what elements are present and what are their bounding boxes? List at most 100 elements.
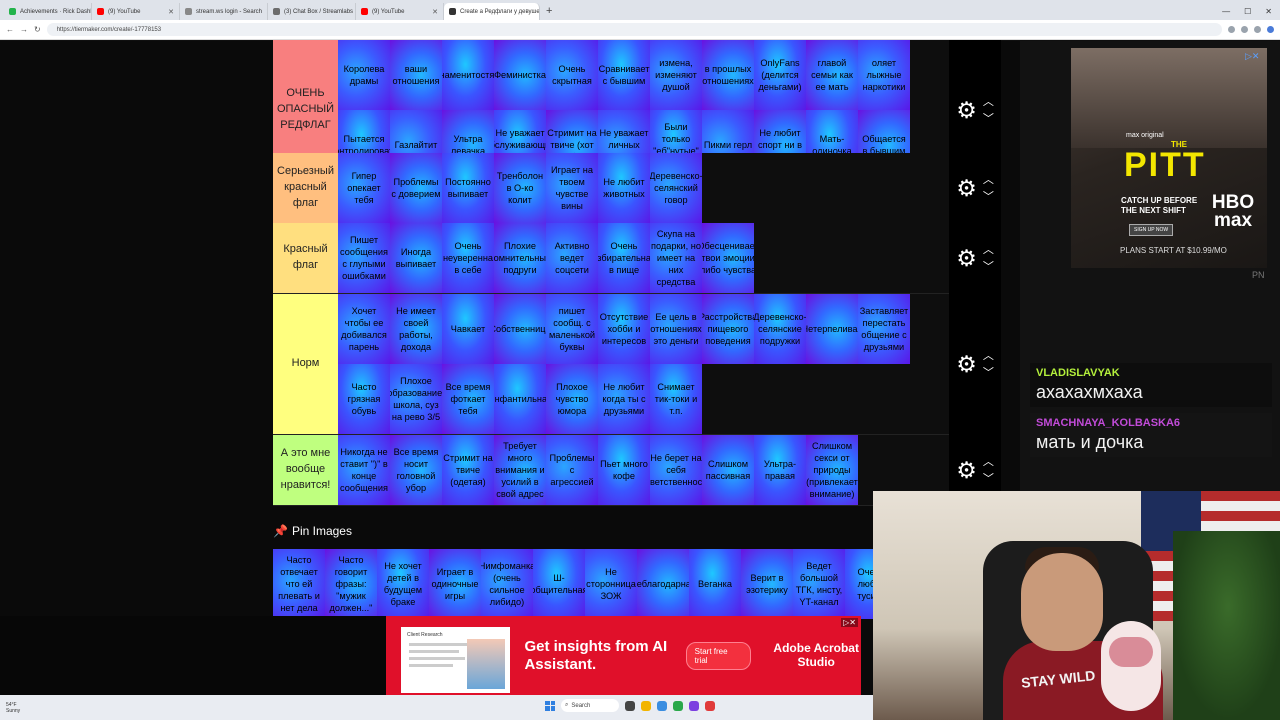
pool-card[interactable]: Часто говорит фразы: "мужик должен..." xyxy=(325,549,377,619)
tier-card[interactable]: Пишет сообщения с глупыми ошибками xyxy=(338,223,390,293)
ad-close-icon[interactable]: ▷✕ xyxy=(841,618,858,627)
tier-card[interactable]: Очень неуверенна в себе xyxy=(442,223,494,293)
tier-card[interactable]: OnlyFans (делится деньгами) xyxy=(754,40,806,110)
tier-card[interactable]: пишет сообщ. с маленькой буквы xyxy=(546,294,598,364)
tier-card[interactable]: Феминистка xyxy=(494,40,546,110)
extension-icon[interactable] xyxy=(1241,26,1248,33)
pool-card[interactable]: Ш-общительная xyxy=(533,549,585,619)
windows-start-icon[interactable] xyxy=(545,700,555,711)
tier-label[interactable]: Красный флаг xyxy=(273,223,338,293)
hbo-ad[interactable]: max original THE PITT CATCH UP BEFORE TH… xyxy=(1071,48,1267,268)
tier-card[interactable]: Часто грязная обувь xyxy=(338,364,390,434)
browser-tab[interactable]: (9) YouTube ✕ xyxy=(92,3,180,20)
taskbar-search[interactable]: ⌕ Search xyxy=(561,699,619,712)
tier-card[interactable]: Плохие (сомнительные) подруги xyxy=(494,223,546,293)
profile-avatar[interactable] xyxy=(1267,26,1274,33)
url-input[interactable]: https://tiermaker.com/create/-17778153 xyxy=(46,23,1222,36)
tier-label[interactable]: Норм xyxy=(273,294,338,434)
gear-icon[interactable]: ⚙ xyxy=(956,247,977,270)
tier-card[interactable]: Активно ведет соцсети xyxy=(546,223,598,293)
maximize-icon[interactable]: ☐ xyxy=(1244,3,1251,20)
tier-card[interactable]: Проблемы с доверием xyxy=(390,153,442,223)
tier-card[interactable]: Постоянно выпивает xyxy=(442,153,494,223)
tier-card[interactable]: Заставляет перестать общение с друзьями xyxy=(858,294,910,364)
tier-card[interactable]: Собственница xyxy=(494,294,546,364)
tier-card[interactable]: Деревенско-селянский говор xyxy=(650,153,702,223)
extension-icon[interactable] xyxy=(1228,26,1235,33)
adobe-ad[interactable]: Client Research Get insights from AI Ass… xyxy=(386,616,861,695)
tier-card[interactable]: Снимает тик-токи и т.п. xyxy=(650,364,702,434)
pool-card[interactable]: Очень любит тусить xyxy=(845,549,873,619)
tier-label[interactable]: А это мне вообще нравится! xyxy=(273,435,338,505)
browser-tab[interactable]: (3) Chat Box / Streamlabs✕ xyxy=(268,3,356,20)
tier-card[interactable]: Королева драмы xyxy=(338,40,390,110)
tier-card[interactable]: Хочет чтобы ее добивался парень xyxy=(338,294,390,364)
gear-icon[interactable]: ⚙ xyxy=(956,459,977,482)
chevron-down-icon[interactable]: ﹀ xyxy=(983,473,994,485)
start-free-trial-button[interactable]: Start free trial xyxy=(685,641,752,670)
tier-card[interactable]: Иногда выпивает xyxy=(390,223,442,293)
tier-card[interactable]: Гипер опекает тебя xyxy=(338,153,390,223)
app-icon[interactable] xyxy=(689,700,699,711)
weather-widget[interactable]: 54°F Sunny xyxy=(6,702,20,714)
tier-card[interactable]: Скупа на подарки, но имеет на них средст… xyxy=(650,223,702,293)
tier-card[interactable]: в прошлых отношениях xyxy=(702,40,754,110)
tab-close-icon[interactable]: ✕ xyxy=(168,8,174,16)
extension-icon[interactable] xyxy=(1254,26,1261,33)
browser-tab[interactable]: (9) YouTube ✕ xyxy=(356,3,444,20)
tier-card[interactable]: Не берет на себя ответственность xyxy=(650,435,702,505)
tier-card[interactable]: Все время носит головной убор xyxy=(390,435,442,505)
tier-card[interactable]: Очень скрытная xyxy=(546,40,598,110)
new-tab-button[interactable]: + xyxy=(540,3,558,20)
pool-card[interactable]: Не сторонница ЗОЖ xyxy=(585,549,637,619)
taskview-icon[interactable] xyxy=(625,700,635,711)
tier-card[interactable]: Расстройства пищевого поведения xyxy=(702,294,754,364)
tier-card[interactable]: Слишком секси от природы (привлекает вни… xyxy=(806,435,858,505)
adchoices-icon[interactable]: ▷✕ xyxy=(1245,51,1259,62)
tier-card[interactable]: Пьет много кофе xyxy=(598,435,650,505)
tier-card[interactable]: Все время фоткает тебя xyxy=(442,364,494,434)
chevron-up-icon[interactable]: ︿ xyxy=(983,244,994,256)
tier-card[interactable]: Играет на твоем чувстве вины xyxy=(546,153,598,223)
tier-card[interactable]: Слишком пассивная xyxy=(702,435,754,505)
tier-card[interactable]: Ее цель в отношениях это деньги xyxy=(650,294,702,364)
tier-label[interactable]: Серьезный красный флаг xyxy=(273,153,338,223)
tier-card[interactable]: оляет лыжные наркотики xyxy=(858,40,910,110)
ad-signup-button[interactable]: SIGN UP NOW xyxy=(1129,224,1174,236)
pool-card[interactable]: Веганка xyxy=(689,549,741,619)
tier-card[interactable]: Требует много внимания и усилий в свой а… xyxy=(494,435,546,505)
tier-card[interactable]: Тренболон в О-ко колит xyxy=(494,153,546,223)
chevron-down-icon[interactable]: ﹀ xyxy=(983,191,994,203)
pool-card[interactable]: Верит в эзотерику xyxy=(741,549,793,619)
browser-tab[interactable]: Achievements · Rick Dashboard✕ xyxy=(4,3,92,20)
minimize-icon[interactable]: — xyxy=(1222,3,1230,20)
tier-card[interactable]: знаменитостям xyxy=(442,40,494,110)
pool-card[interactable]: Часто отвечает что ей плевать и нет дела xyxy=(273,549,325,619)
tier-card[interactable]: Ультра-правая xyxy=(754,435,806,505)
chevron-down-icon[interactable]: ﹀ xyxy=(983,367,994,379)
app-icon[interactable] xyxy=(705,700,715,711)
reload-icon[interactable]: ↻ xyxy=(34,25,41,34)
forward-icon[interactable]: → xyxy=(20,25,28,34)
tier-card[interactable]: Нетерпеливая xyxy=(806,294,858,364)
pool-card[interactable]: Играет в одиночные игры xyxy=(429,549,481,619)
tier-card[interactable]: измена, изменяют душой xyxy=(650,40,702,110)
tier-card[interactable]: Проблемы с агрессией xyxy=(546,435,598,505)
gear-icon[interactable]: ⚙ xyxy=(956,353,977,376)
browser-tab[interactable]: stream.ws login - Search✕ xyxy=(180,3,268,20)
tier-card[interactable]: ваши отношения xyxy=(390,40,442,110)
chevron-up-icon[interactable]: ︿ xyxy=(983,174,994,186)
tier-card[interactable]: Очень избирательная в пище xyxy=(598,223,650,293)
tier-card[interactable]: Стримит на твиче (одетая) xyxy=(442,435,494,505)
tier-card[interactable]: Не имеет своей работы, дохода xyxy=(390,294,442,364)
tier-card[interactable]: Не любит животных xyxy=(598,153,650,223)
tier-card[interactable]: Сравнивает с бывшим xyxy=(598,40,650,110)
edge-icon[interactable] xyxy=(657,700,667,711)
tier-card[interactable]: Деревенско-селянские подружки xyxy=(754,294,806,364)
pool-card[interactable]: Ведет большой ТГК, инсту, YT-канал xyxy=(793,549,845,619)
tier-card[interactable]: Инфантильная xyxy=(494,364,546,434)
tier-card[interactable]: Обесценивает твои эмоции либо чувства xyxy=(702,223,754,293)
chrome-icon[interactable] xyxy=(673,700,683,711)
pool-card[interactable]: Неблагодарная xyxy=(637,549,689,619)
chevron-up-icon[interactable]: ︿ xyxy=(983,456,994,468)
